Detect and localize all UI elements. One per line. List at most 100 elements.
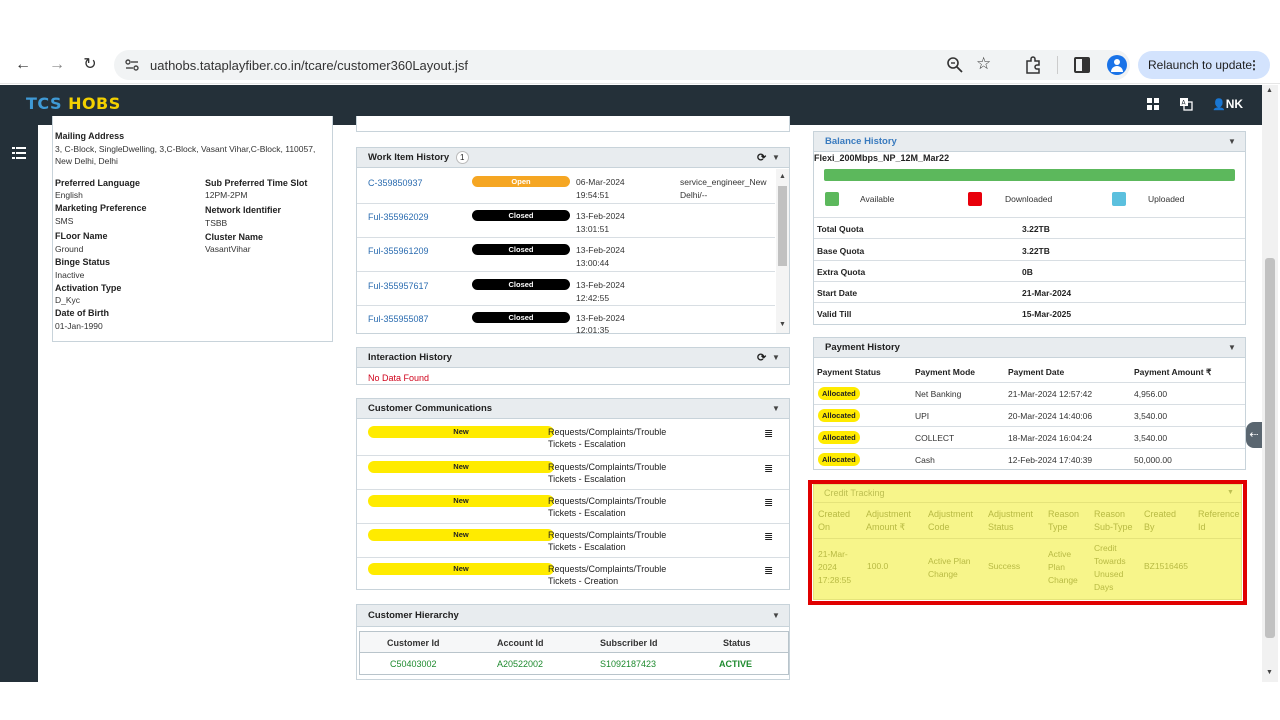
work-item-row[interactable]: Ful-355957617 Closed 13-Feb-2024 12:42:5… xyxy=(357,272,775,305)
browser-toolbar: ← → ↻ uathobs.tataplayfiber.co.in/tcare/… xyxy=(0,46,1280,84)
communication-type: Requests/Complaints/Trouble xyxy=(548,427,667,437)
work-item-date: 13-Feb-2024 xyxy=(576,245,625,255)
translate-icon[interactable]: A xyxy=(1179,97,1193,111)
work-item-row[interactable]: Ful-355955087 Closed 13-Feb-2024 12:01:3… xyxy=(357,306,775,333)
usage-progress-fill xyxy=(824,169,1235,181)
chevron-down-icon[interactable]: ▼ xyxy=(1228,338,1236,358)
extensions-icon[interactable] xyxy=(1024,56,1042,74)
refresh-icon[interactable]: ⟳ xyxy=(757,148,766,168)
chevron-down-icon[interactable]: ▼ xyxy=(1227,489,1234,496)
credit-tracking-header[interactable]: Credit Tracking ▼ xyxy=(814,485,1241,503)
chevron-down-icon[interactable]: ▼ xyxy=(772,148,780,168)
customer-hierarchy-header[interactable]: Customer Hierarchy ▼ xyxy=(357,605,789,627)
work-item-id[interactable]: Ful-355955087 xyxy=(368,314,429,324)
page-scroll-thumb[interactable] xyxy=(1265,258,1275,638)
payment-history-title: Payment History xyxy=(825,342,900,353)
site-info-icon[interactable] xyxy=(124,57,140,73)
list-details-icon[interactable]: ≣ xyxy=(764,564,773,577)
chevron-down-icon[interactable]: ▼ xyxy=(1228,132,1236,152)
forward-arrow-icon[interactable]: → xyxy=(46,54,68,76)
scroll-up-icon[interactable]: ▲ xyxy=(1266,87,1273,94)
zoom-icon[interactable] xyxy=(946,56,964,74)
payment-history-header[interactable]: Payment History ▼ xyxy=(814,338,1245,358)
network-identifier-label: Network Identifier xyxy=(205,205,282,215)
customer-communications-header[interactable]: Customer Communications ▼ xyxy=(357,399,789,419)
bottom-blank-area xyxy=(0,682,1280,720)
status-badge: Closed xyxy=(472,312,570,323)
balance-history-title: Balance History xyxy=(825,136,897,147)
list-details-icon[interactable]: ≣ xyxy=(764,462,773,475)
communication-row[interactable]: New Requests/Complaints/Trouble Tickets … xyxy=(357,455,789,489)
reload-icon[interactable]: ↻ xyxy=(79,54,101,76)
work-item-scrollbar[interactable]: ▲ ▼ xyxy=(776,169,789,333)
communication-row[interactable]: New Requests/Complaints/Trouble Tickets … xyxy=(357,557,789,589)
user-initials: NK xyxy=(1225,97,1244,111)
interaction-history-header[interactable]: Interaction History ⟳ ▼ xyxy=(357,348,789,368)
work-item-id[interactable]: Ful-355962029 xyxy=(368,212,429,222)
work-item-time: 13:00:44 xyxy=(576,258,610,268)
floor-name-value: Ground xyxy=(55,244,84,254)
relaunch-button[interactable]: Relaunch to update ⋮ xyxy=(1138,51,1270,79)
col-payment-date: Payment Date xyxy=(1008,367,1065,377)
start-date-label: Start Date xyxy=(817,288,858,298)
scroll-up-icon[interactable]: ▲ xyxy=(779,173,786,180)
refresh-icon[interactable]: ⟳ xyxy=(757,348,766,368)
cluster-name-value: VasantVihar xyxy=(205,244,251,254)
communication-row[interactable]: New Requests/Complaints/Trouble Tickets … xyxy=(357,420,789,454)
adjustment-amount-value: 100.0 xyxy=(867,561,889,571)
customer-details-panel: Mailing Address 3, C-Block, SingleDwelli… xyxy=(52,116,333,342)
work-item-time: 19:54:51 xyxy=(576,190,610,200)
bookmark-star-icon[interactable]: ☆ xyxy=(976,54,991,74)
back-arrow-icon[interactable]: ← xyxy=(12,54,34,76)
work-item-id[interactable]: Ful-355957617 xyxy=(368,281,429,291)
scroll-thumb[interactable] xyxy=(778,186,787,266)
apps-grid-icon[interactable] xyxy=(1147,98,1159,110)
total-quota-label: Total Quota xyxy=(817,224,864,234)
created-on-line2: 2024 xyxy=(818,562,837,572)
col-adjustment-status-line2: Status xyxy=(988,522,1014,532)
balance-history-header[interactable]: Balance History ▼ xyxy=(814,132,1245,152)
extra-quota-label: Extra Quota xyxy=(817,267,866,277)
collapse-panel-handle[interactable]: ⇠ xyxy=(1246,422,1262,448)
chevron-down-icon[interactable]: ▼ xyxy=(772,348,780,368)
work-item-id[interactable]: C-359850937 xyxy=(368,178,423,188)
brand-hobs: HOBS xyxy=(68,94,121,113)
communication-row[interactable]: New Requests/Complaints/Trouble Tickets … xyxy=(357,523,789,557)
url-text[interactable]: uathobs.tataplayfiber.co.in/tcare/custom… xyxy=(150,58,468,73)
brand-logo[interactable]: TCS HOBS xyxy=(26,94,121,113)
customer-id-value[interactable]: C50403002 xyxy=(390,659,437,669)
list-details-icon[interactable]: ≣ xyxy=(764,496,773,509)
chevron-down-icon[interactable]: ▼ xyxy=(772,399,780,419)
col-created-by-line1: Created xyxy=(1144,509,1177,519)
col-adjustment-code-line2: Code xyxy=(928,522,950,532)
chevron-down-icon[interactable]: ▼ xyxy=(772,605,780,627)
address-bar[interactable]: uathobs.tataplayfiber.co.in/tcare/custom… xyxy=(114,50,1130,80)
communication-row[interactable]: New Requests/Complaints/Trouble Tickets … xyxy=(357,489,789,523)
row-divider xyxy=(814,302,1245,303)
work-item-row[interactable]: Ful-355962029 Closed 13-Feb-2024 13:01:5… xyxy=(357,204,775,237)
col-created-on-line1: Created xyxy=(818,509,851,519)
scroll-down-icon[interactable]: ▼ xyxy=(1266,669,1273,676)
credit-row[interactable]: 21-Mar- 2024 17:28:55 100.0 Active Plan Cha… xyxy=(814,539,1241,599)
work-item-row[interactable]: Ful-355961209 Closed 13-Feb-2024 13:00:4… xyxy=(357,238,775,271)
work-item-row[interactable]: C-359850937 Open 06-Mar-2024 19:54:51 se… xyxy=(357,169,775,203)
row-divider xyxy=(814,426,1245,427)
account-id-value[interactable]: A20522002 xyxy=(497,659,543,669)
profile-avatar-icon[interactable] xyxy=(1107,55,1127,75)
work-item-history-header[interactable]: Work Item History 1 ⟳ ▼ xyxy=(357,148,789,168)
communication-subtype: Tickets - Escalation xyxy=(548,542,626,552)
subscriber-id-value[interactable]: S1092187423 xyxy=(600,659,656,669)
kebab-menu-icon[interactable]: ⋮ xyxy=(1248,51,1260,79)
customer-hierarchy-panel: Customer Hierarchy ▼ Customer Id Account… xyxy=(356,604,790,680)
work-item-id[interactable]: Ful-355961209 xyxy=(368,246,429,256)
list-details-icon[interactable]: ≣ xyxy=(764,530,773,543)
binge-status-label: Binge Status xyxy=(55,257,111,267)
usage-progress-bar xyxy=(824,169,1235,181)
scroll-down-icon[interactable]: ▼ xyxy=(779,321,786,328)
payment-amount: 50,000.00 xyxy=(1134,455,1172,465)
user-menu[interactable]: 👤NK xyxy=(1212,97,1243,111)
list-details-icon[interactable]: ≣ xyxy=(764,427,773,440)
menu-list-icon[interactable] xyxy=(12,147,26,159)
side-panel-icon[interactable] xyxy=(1074,57,1090,73)
valid-till-value: 15-Mar-2025 xyxy=(1022,309,1072,319)
